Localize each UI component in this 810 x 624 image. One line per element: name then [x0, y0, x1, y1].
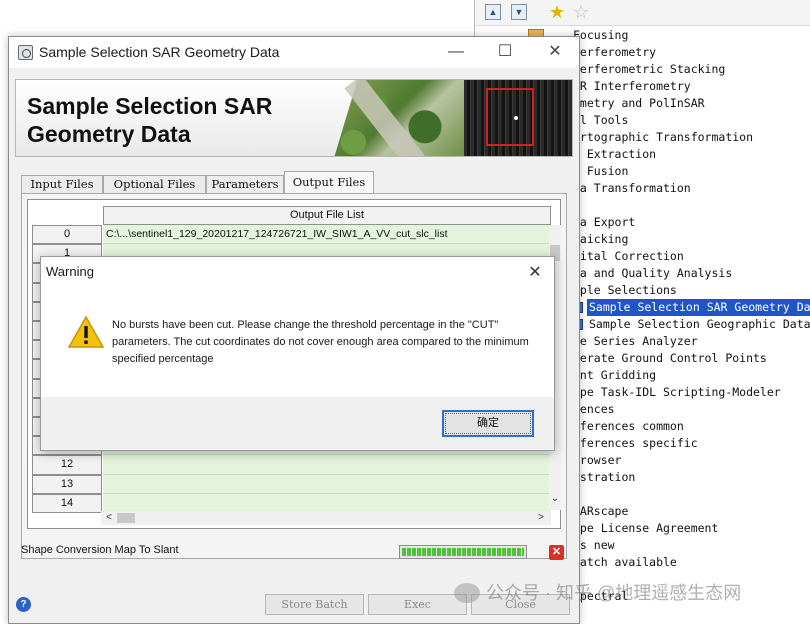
favorite-star-icon[interactable]: ★ [549, 2, 565, 22]
tree-item-label: bital Correction [573, 249, 684, 263]
watermark-text: 公众号 · 知乎 @地理遥感生态网 [486, 583, 742, 603]
favorite-star-outline-icon[interactable]: ☆ [573, 2, 589, 22]
watermark-logo-icon [454, 583, 480, 603]
tree-item-label: AR Interferometry [573, 79, 691, 93]
window-title: Sample Selection SAR Geometry Data [39, 44, 280, 60]
status-text: Shape Conversion Map To Slant [21, 544, 179, 556]
row-number: 12 [32, 455, 102, 475]
tree-toolbar: ▲ ▼ ★ ☆ [475, 0, 810, 26]
sar-target-point [514, 116, 518, 120]
tree-item-label: terferometry [573, 45, 657, 59]
scroll-down-arrow-icon[interactable]: ⌄ [549, 493, 561, 505]
column-header-output-file-list: Output File List [103, 206, 551, 225]
tree-item-label: Browser [573, 453, 622, 467]
close-button[interactable]: ✕ [540, 41, 570, 63]
tree-item-label: SARscape [573, 504, 629, 518]
output-file-cell[interactable] [103, 474, 551, 494]
tree-item-label: mple Selections [573, 283, 677, 297]
minimize-button[interactable]: — [441, 41, 471, 63]
warning-close-button[interactable]: ✕ [524, 262, 546, 284]
tree-item-label: artographic Transformation [573, 130, 754, 144]
tree-item-label: ta and Quality Analysis [573, 266, 733, 280]
title-bar: Sample Selection SAR Geometry Data — ☐ ✕ [9, 37, 579, 68]
exec-button[interactable]: Exec [368, 594, 467, 615]
tree-item-label: patch available [573, 555, 677, 569]
tree-item-label: saicking [573, 232, 629, 246]
sar-selection-box [486, 88, 534, 146]
tree-item-label: eferences specific [573, 436, 698, 450]
scroll-left-arrow-icon[interactable]: < [103, 512, 115, 524]
warning-title: Warning [46, 264, 94, 279]
help-icon[interactable]: ? [16, 597, 31, 612]
tree-item-label: Sample Selection Geographic Data [589, 317, 810, 331]
header-banner: Sample Selection SAR Geometry Data [15, 79, 573, 157]
tree-item-label: Sample Selection SAR Geometry Data [587, 299, 810, 316]
row-number: 14 [32, 493, 102, 513]
tree-item-label: ta Transformation [573, 181, 691, 195]
tree-item-label: imetry and PolInSAR [573, 96, 705, 110]
tree-item-label: ta Export [573, 215, 636, 229]
maximize-button[interactable]: ☐ [490, 41, 520, 63]
tree-item-label: int Gridding [573, 368, 657, 382]
progress-bar [399, 545, 527, 559]
tree-item-label: M Fusion [573, 164, 629, 178]
tree-item-label: nerate Ground Control Points [573, 351, 767, 365]
tab-optional-files[interactable]: Optional Files [103, 175, 206, 194]
row-number: 13 [32, 474, 102, 494]
output-file-cell[interactable] [103, 455, 551, 475]
table-row[interactable]: 12 [32, 455, 552, 475]
tree-item-label: eferences common [573, 419, 684, 433]
row-number: 0 [32, 225, 102, 245]
tree-item-label: terferometric Stacking [573, 62, 726, 76]
app-icon [18, 45, 33, 60]
collapse-up-icon[interactable]: ▲ [485, 4, 501, 20]
tree-item-label: ape Task-IDL Scripting-Modeler [573, 385, 781, 399]
tree-item-label: al Tools [573, 113, 629, 127]
output-file-cell[interactable]: C:\...\sentinel1_129_20201217_124726721_… [103, 225, 551, 245]
warning-triangle-icon [68, 315, 104, 348]
table-row[interactable]: 13 [32, 474, 552, 494]
tree-item-label: istration [573, 470, 636, 484]
stop-process-button[interactable]: ✕ [549, 545, 564, 560]
tab-parameters[interactable]: Parameters [206, 175, 284, 194]
scroll-right-arrow-icon[interactable]: > [535, 512, 547, 524]
warning-dialog: Warning ✕ No bursts have been cut. Pleas… [40, 256, 555, 451]
expand-down-icon[interactable]: ▼ [511, 4, 527, 20]
horizontal-scrollbar[interactable]: < > [101, 511, 551, 525]
tree-item-label: M Extraction [573, 147, 657, 161]
tab-output-files[interactable]: Output Files [284, 171, 374, 194]
tree-item-label: me Series Analyzer [573, 334, 698, 348]
ok-button[interactable]: 确定 [442, 410, 534, 437]
progress-fill [402, 548, 524, 556]
warning-footer: 确定 [41, 397, 554, 450]
banner-title: Sample Selection SAR Geometry Data [27, 93, 273, 147]
tree-item-label: ape License Agreement [573, 521, 719, 535]
tab-input-files[interactable]: Input Files [21, 175, 103, 194]
tree-item-label: Focusing [573, 28, 629, 42]
horizontal-scroll-thumb[interactable] [117, 513, 135, 523]
warning-message: No bursts have been cut. Please change t… [112, 319, 529, 365]
table-row[interactable]: 0 C:\...\sentinel1_129_20201217_124726721… [32, 225, 552, 245]
store-batch-button[interactable]: Store Batch [265, 594, 364, 615]
